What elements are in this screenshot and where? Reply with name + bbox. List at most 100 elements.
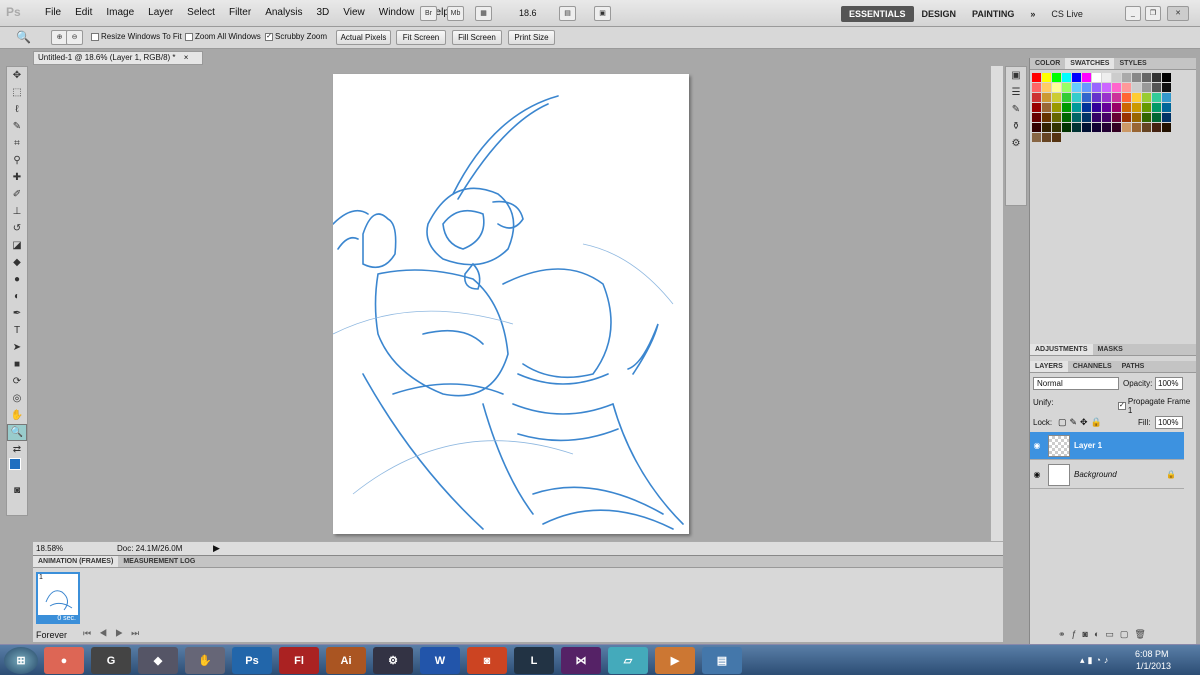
- tab-layers[interactable]: LAYERS: [1030, 361, 1068, 372]
- color-swatch[interactable]: [1142, 83, 1151, 92]
- bridge-button[interactable]: Br: [420, 6, 437, 21]
- clone-source-panel-icon[interactable]: ⚱: [1006, 118, 1026, 135]
- tab-measurement-log[interactable]: MEASUREMENT LOG: [118, 556, 200, 567]
- color-swatch[interactable]: [1142, 113, 1151, 122]
- taskbar-app-icon[interactable]: ▤: [702, 647, 742, 674]
- color-swatch[interactable]: [1092, 113, 1101, 122]
- color-swatch[interactable]: [1152, 83, 1161, 92]
- color-swatch[interactable]: [1072, 113, 1081, 122]
- taskbar-app-icon[interactable]: ●: [44, 647, 84, 674]
- color-swatch[interactable]: [1092, 103, 1101, 112]
- crop-tool-icon[interactable]: ⌗: [7, 135, 27, 152]
- quick-mask-icon[interactable]: ◙: [7, 482, 27, 499]
- 3d-rotate-tool-icon[interactable]: ⟳: [7, 373, 27, 390]
- color-swatch[interactable]: [1082, 113, 1091, 122]
- visibility-eye-icon[interactable]: ◉: [1030, 441, 1044, 450]
- tab-adjustments[interactable]: ADJUSTMENTS: [1030, 344, 1093, 355]
- zoom-level[interactable]: 18.6: [519, 8, 537, 18]
- color-swatch[interactable]: [1112, 93, 1121, 102]
- pen-tool-icon[interactable]: ✒: [7, 305, 27, 322]
- menu-3d[interactable]: 3D: [309, 7, 336, 18]
- color-swatch[interactable]: [1072, 93, 1081, 102]
- color-swatch[interactable]: [1042, 113, 1051, 122]
- print-size-button[interactable]: Print Size: [508, 30, 555, 45]
- color-swatch[interactable]: [1102, 113, 1111, 122]
- color-swatch[interactable]: [1062, 123, 1071, 132]
- layer-name[interactable]: Layer 1: [1074, 441, 1102, 450]
- color-swatch[interactable]: [1102, 73, 1111, 82]
- color-swatch[interactable]: [1042, 73, 1051, 82]
- workspace-essentials[interactable]: ESSENTIALS: [841, 6, 914, 22]
- workspace-painting[interactable]: PAINTING: [964, 9, 1022, 19]
- opacity-field[interactable]: 100%: [1155, 377, 1183, 390]
- minibridge-panel-icon[interactable]: ▣: [1006, 67, 1026, 84]
- color-swatch[interactable]: [1152, 113, 1161, 122]
- paint-bucket-tool-icon[interactable]: ◆: [7, 254, 27, 271]
- canvas-area[interactable]: [33, 66, 1003, 541]
- color-swatch[interactable]: [1062, 73, 1071, 82]
- taskbar-app-icon[interactable]: Ps: [232, 647, 272, 674]
- move-tool-icon[interactable]: ✥: [7, 67, 27, 84]
- color-swatch[interactable]: [1112, 103, 1121, 112]
- view-extras-icon[interactable]: ▦: [475, 6, 492, 21]
- tool-presets-panel-icon[interactable]: ⚙: [1006, 135, 1026, 152]
- tray-icons[interactable]: ▴▮◔♪: [1080, 655, 1111, 666]
- menu-layer[interactable]: Layer: [141, 7, 180, 18]
- taskbar-app-icon[interactable]: ⚙: [373, 647, 413, 674]
- color-swatch[interactable]: [1162, 123, 1171, 132]
- menu-edit[interactable]: Edit: [68, 7, 99, 18]
- color-swatch[interactable]: [1132, 83, 1141, 92]
- color-swatch[interactable]: [1032, 103, 1041, 112]
- color-swatch[interactable]: [1122, 83, 1131, 92]
- document-canvas[interactable]: [332, 74, 689, 534]
- color-swatch[interactable]: [1132, 113, 1141, 122]
- color-swatch[interactable]: [1162, 113, 1171, 122]
- more-workspaces-icon[interactable]: »: [1022, 9, 1043, 19]
- color-swatch[interactable]: [1102, 103, 1111, 112]
- zoom-readout[interactable]: 18.58%: [36, 544, 63, 553]
- color-swatch[interactable]: [1082, 83, 1091, 92]
- color-swatch[interactable]: [1072, 123, 1081, 132]
- color-swatch[interactable]: [1052, 113, 1061, 122]
- color-swatch[interactable]: [1082, 73, 1091, 82]
- tab-color[interactable]: COLOR: [1030, 58, 1065, 69]
- resize-windows-checkbox[interactable]: Resize Windows To Fit: [91, 32, 182, 41]
- color-swatch[interactable]: [1052, 103, 1061, 112]
- history-brush-tool-icon[interactable]: ↺: [7, 220, 27, 237]
- color-swatch[interactable]: [1052, 73, 1061, 82]
- start-button[interactable]: ⊞: [4, 647, 38, 674]
- color-swatch[interactable]: [1152, 123, 1161, 132]
- foreground-color[interactable]: [9, 458, 21, 470]
- color-swatch[interactable]: [1082, 123, 1091, 132]
- color-swatch[interactable]: [1142, 93, 1151, 102]
- color-swatch[interactable]: [1132, 93, 1141, 102]
- color-swatch[interactable]: [1052, 123, 1061, 132]
- color-swatch[interactable]: [1032, 83, 1041, 92]
- tab-styles[interactable]: STYLES: [1114, 58, 1151, 69]
- eyedropper-tool-icon[interactable]: ⚲: [7, 152, 27, 169]
- color-swatch[interactable]: [1032, 133, 1041, 142]
- layer-row[interactable]: ◉ Layer 1: [1030, 432, 1184, 460]
- playback-controls[interactable]: ⏮◀▶⏭: [83, 628, 147, 639]
- color-swatch[interactable]: [1132, 73, 1141, 82]
- color-swatch[interactable]: [1032, 93, 1041, 102]
- color-swatch[interactable]: [1152, 103, 1161, 112]
- menu-analysis[interactable]: Analysis: [258, 7, 309, 18]
- color-swatch[interactable]: [1052, 83, 1061, 92]
- hand-tool-icon[interactable]: ✋: [7, 407, 27, 424]
- color-swatch[interactable]: [1162, 83, 1171, 92]
- color-swatch[interactable]: [1042, 123, 1051, 132]
- taskbar-app-icon[interactable]: G: [91, 647, 131, 674]
- clone-stamp-tool-icon[interactable]: ⊥: [7, 203, 27, 220]
- actual-pixels-button[interactable]: Actual Pixels: [336, 30, 391, 45]
- layer-actions-icons[interactable]: ⚭ƒ◙◐▭▢🗑: [1058, 629, 1152, 640]
- workspace-design[interactable]: DESIGN: [914, 9, 965, 19]
- loop-select[interactable]: Forever: [36, 630, 67, 640]
- color-swatch[interactable]: [1122, 123, 1131, 132]
- marquee-tool-icon[interactable]: ⬚: [7, 84, 27, 101]
- arrange-documents-icon[interactable]: ▤: [559, 6, 576, 21]
- taskbar-app-icon[interactable]: Fl: [279, 647, 319, 674]
- color-swatch[interactable]: [1072, 83, 1081, 92]
- color-swatch[interactable]: [1062, 113, 1071, 122]
- color-swatch[interactable]: [1092, 123, 1101, 132]
